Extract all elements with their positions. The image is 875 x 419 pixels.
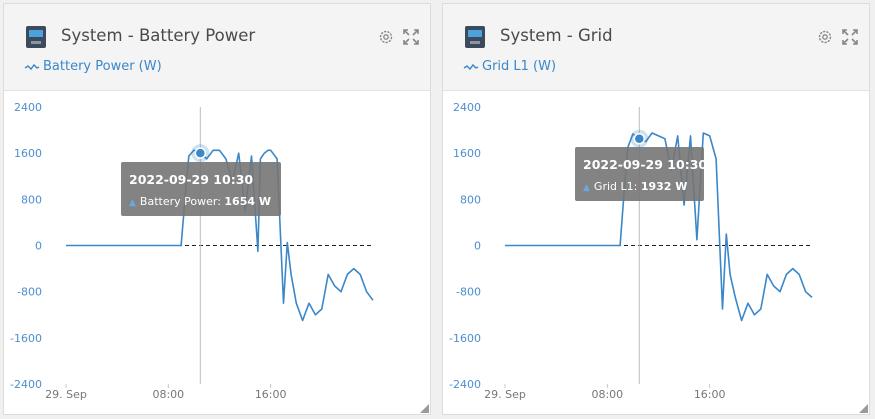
widget-title: System - Grid — [500, 26, 613, 45]
legend-label: Battery Power (W) — [43, 59, 162, 74]
series-marker-icon: ▲ — [129, 198, 136, 208]
series-legend[interactable]: Grid L1 (W) — [463, 59, 556, 74]
tooltip-series-row: ▲ Grid L1: 1932 W — [583, 180, 688, 193]
expand-icon[interactable] — [402, 28, 420, 50]
resize-handle[interactable] — [859, 404, 868, 413]
y-tick-label: -2400 — [10, 378, 42, 391]
tooltip-value: 1654 W — [224, 195, 271, 208]
series-legend[interactable]: Battery Power (W) — [24, 59, 162, 74]
tooltip-value: 1932 W — [640, 180, 688, 193]
x-tick-label: 16:00 — [694, 388, 726, 401]
hover-point — [633, 132, 646, 145]
widget-actions — [375, 28, 420, 50]
x-tick-label: 29. Sep — [484, 388, 526, 401]
x-tick-label: 08:00 — [152, 388, 184, 401]
resize-handle[interactable] — [420, 404, 429, 413]
y-tick-label: 800 — [21, 193, 42, 206]
gear-icon[interactable] — [378, 29, 394, 49]
grid-widget: System - Grid Grid L1 (W) 2400 1600 800 0 -8… — [442, 3, 870, 415]
y-tick-label: -1600 — [449, 332, 481, 345]
y-tick-label: 0 — [474, 240, 481, 253]
battery-power-widget: System - Battery Power Battery Power (W)… — [3, 3, 431, 415]
tooltip-date: 2022-09-29 10:30 — [583, 157, 708, 172]
hover-point — [194, 147, 207, 159]
expand-icon[interactable] — [841, 28, 859, 50]
y-tick-label: 800 — [460, 193, 481, 206]
y-tick-label: -1600 — [10, 332, 42, 345]
tooltip-series: Battery Power — [139, 195, 218, 208]
system-icon — [465, 26, 485, 48]
y-tick-label: -800 — [456, 286, 481, 299]
widget-header: System - Battery Power Battery Power (W) — [4, 4, 430, 91]
y-tick-label: -2400 — [449, 378, 481, 391]
tooltip-series-row: ▲ Battery Power: 1654 W — [129, 195, 271, 208]
gear-icon[interactable] — [817, 29, 833, 49]
chart-tooltip: 2022-09-29 10:30 ▲ Grid L1: 1932 W — [575, 147, 708, 201]
wave-icon — [24, 63, 40, 70]
x-tick-label: 08:00 — [591, 388, 623, 401]
x-tick-label: 16:00 — [255, 388, 287, 401]
wave-icon — [463, 63, 479, 70]
widget-header: System - Grid Grid L1 (W) — [443, 4, 869, 91]
tooltip-series: Grid L1 — [593, 180, 634, 193]
legend-label: Grid L1 (W) — [482, 59, 557, 74]
y-tick-label: 2400 — [14, 101, 42, 114]
y-tick-label: 2400 — [453, 101, 481, 114]
battery-power-chart[interactable]: 2400 1600 800 0 -800 -1600 -240029. Sep 08:00 16… — [4, 91, 430, 415]
y-tick-label: -800 — [17, 286, 42, 299]
widget-actions — [814, 28, 859, 50]
y-tick-label: 0 — [35, 240, 42, 253]
chart-tooltip: 2022-09-29 10:30 ▲ Battery Power: 1654 W — [121, 162, 281, 216]
system-icon — [26, 26, 46, 48]
grid-chart[interactable]: 2400 1600 800 0 -800 -1600 -240029. Sep 08:00 16… — [443, 91, 869, 415]
widget-title: System - Battery Power — [61, 26, 256, 45]
x-tick-label: 29. Sep — [45, 388, 87, 401]
tooltip-date: 2022-09-29 10:30 — [129, 172, 254, 187]
y-tick-label: 1600 — [453, 147, 481, 160]
y-tick-label: 1600 — [14, 147, 42, 160]
series-marker-icon: ▲ — [583, 183, 590, 193]
